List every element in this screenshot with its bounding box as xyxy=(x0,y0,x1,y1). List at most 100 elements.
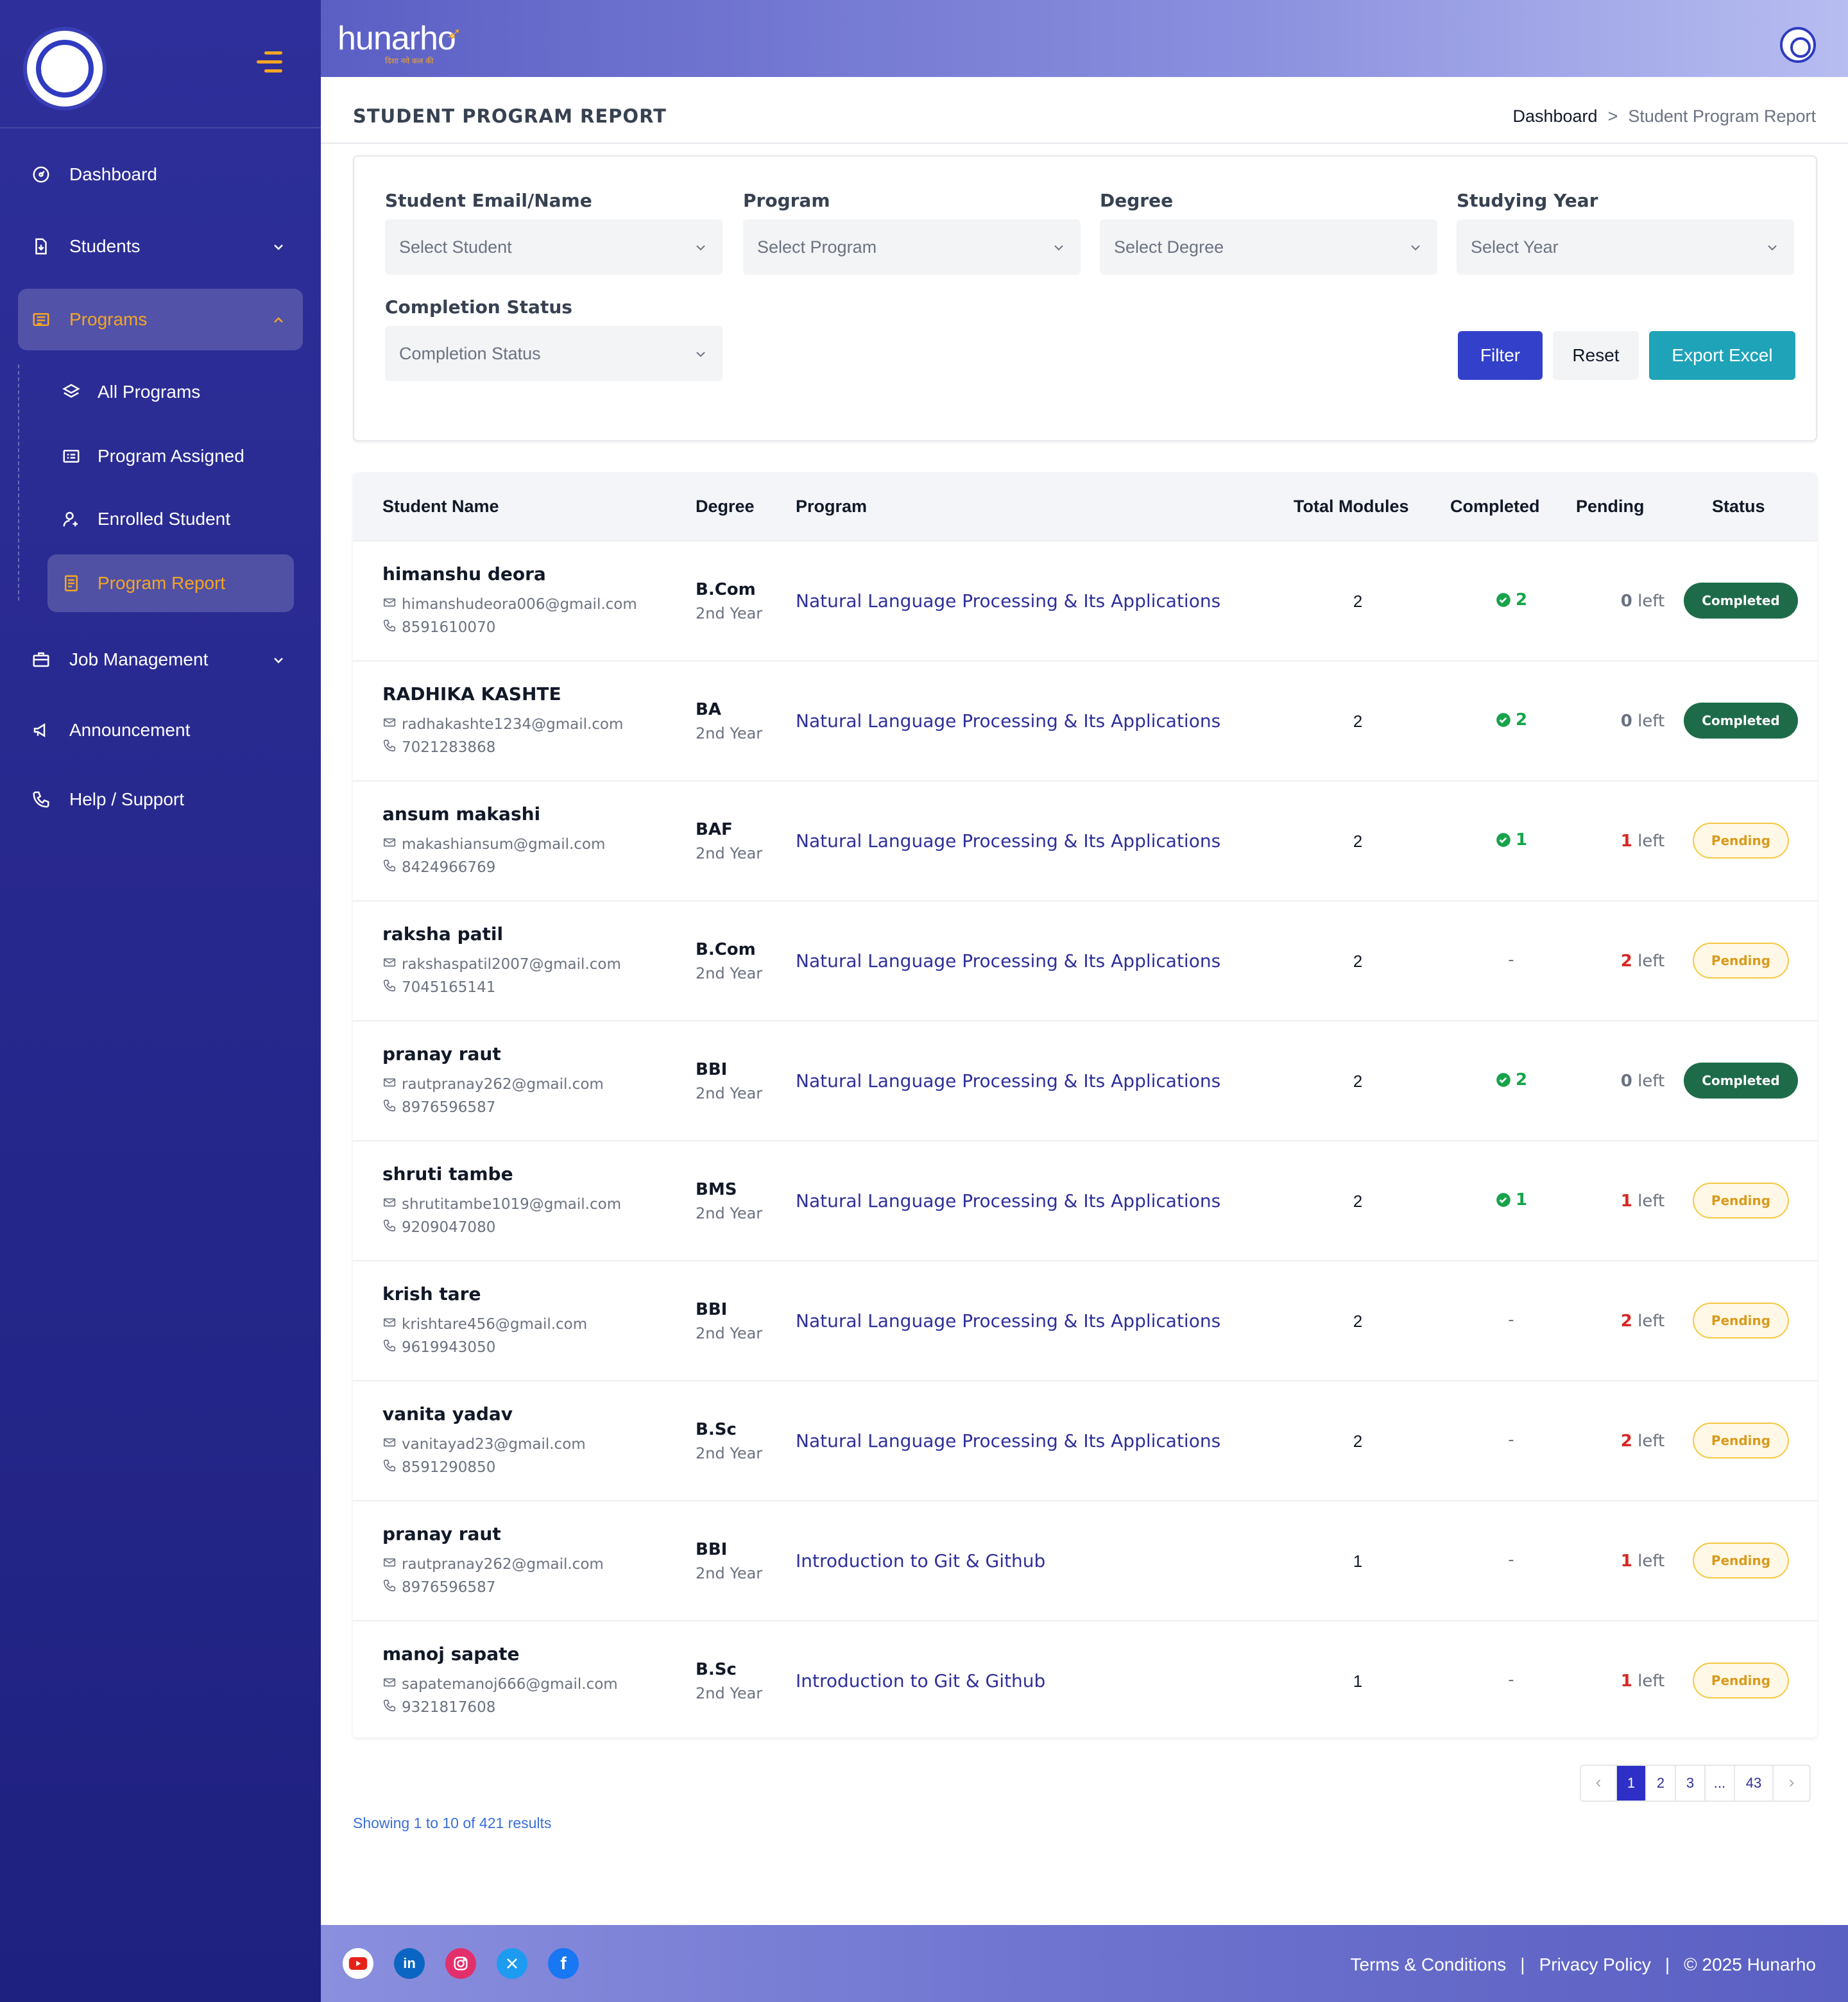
total-modules: 2 xyxy=(1353,712,1363,731)
reset-button[interactable]: Reset xyxy=(1553,331,1639,380)
program-link[interactable]: Natural Language Processing & Its Applic… xyxy=(796,830,1220,851)
mail-icon xyxy=(382,1315,397,1333)
column-header-pending[interactable]: Pending xyxy=(1576,497,1645,517)
program-link[interactable]: Natural Language Processing & Its Applic… xyxy=(796,1190,1220,1211)
instagram-icon[interactable] xyxy=(445,1948,476,1979)
degree-name: BBI xyxy=(696,1540,728,1559)
page-button[interactable]: 43 xyxy=(1735,1766,1774,1801)
column-header-program[interactable]: Program xyxy=(796,497,867,517)
brand-logo[interactable]: hunarho xyxy=(338,19,456,58)
sidebar-item-help-support[interactable]: Help / Support xyxy=(18,769,303,830)
sidebar-item-dashboard[interactable]: Dashboard xyxy=(18,144,303,205)
linkedin-icon[interactable]: in xyxy=(394,1948,425,1979)
total-modules: 2 xyxy=(1353,1432,1363,1451)
youtube-icon[interactable] xyxy=(343,1948,373,1979)
completion-select[interactable]: Completion Status xyxy=(385,326,723,381)
page-button[interactable]: 1 xyxy=(1617,1766,1647,1801)
sidebar-subitem-program-assigned[interactable]: Program Assigned xyxy=(47,427,294,485)
degree-year: 2nd Year xyxy=(696,1444,763,1462)
column-header-student-name[interactable]: Student Name xyxy=(382,497,499,517)
x-icon[interactable] xyxy=(497,1948,527,1979)
total-modules: 2 xyxy=(1353,832,1363,851)
phone-icon xyxy=(382,859,397,877)
prev-page-button[interactable] xyxy=(1581,1766,1617,1801)
table-row[interactable]: krish tare krishtare456@gmail.com 96199430… xyxy=(353,1260,1817,1380)
column-header-total-modules[interactable]: Total Modules xyxy=(1294,497,1409,517)
student-email: rautpranay262@gmail.com xyxy=(382,1555,604,1573)
sidebar-item-students[interactable]: Students xyxy=(18,216,303,277)
sidebar-item-label: Job Management xyxy=(69,649,209,669)
sidebar-item-announcement[interactable]: Announcement xyxy=(18,699,303,761)
status-badge: Completed xyxy=(1684,583,1798,619)
breadcrumb-home-link[interactable]: Dashboard xyxy=(1512,107,1597,126)
sidebar-item-job-management[interactable]: Job Management xyxy=(18,629,303,690)
column-header-status[interactable]: Status xyxy=(1712,497,1765,517)
chevron-down-icon xyxy=(271,239,286,259)
pending-count-suffix: left xyxy=(1638,592,1665,611)
table-row[interactable]: vanita yadav vanitayad23@gmail.com 8591290… xyxy=(353,1380,1817,1500)
page-button[interactable]: 3 xyxy=(1676,1766,1706,1801)
degree-name: BAF xyxy=(696,820,733,839)
table-row[interactable]: pranay raut rautpranay262@gmail.com 897659… xyxy=(353,1020,1817,1140)
student-phone: 7021283868 xyxy=(382,739,495,757)
table-row[interactable]: manoj sapate sapatemanoj666@gmail.com 9321… xyxy=(353,1620,1817,1738)
mail-icon xyxy=(382,1075,397,1093)
student-email: rakshaspatil2007@gmail.com xyxy=(382,955,621,973)
sidebar-item-label: Announcement xyxy=(69,720,191,740)
degree-name: B.Sc xyxy=(696,1660,737,1679)
table-row[interactable]: RADHIKA KASHTE radhakashte1234@gmail.com 7… xyxy=(353,660,1817,780)
table-row[interactable]: raksha patil rakshaspatil2007@gmail.com 70… xyxy=(353,900,1817,1020)
total-modules: 2 xyxy=(1353,1312,1363,1331)
institution-logo[interactable] xyxy=(23,27,107,110)
degree-year: 2nd Year xyxy=(696,724,763,742)
sidebar-subitem-all-programs[interactable]: All Programs xyxy=(47,363,294,421)
results-summary: Showing 1 to 10 of 421 results xyxy=(353,1815,552,1831)
filter-button[interactable]: Filter xyxy=(1458,331,1543,380)
avatar[interactable] xyxy=(1780,27,1816,63)
program-link[interactable]: Introduction to Git & Github xyxy=(796,1550,1045,1571)
program-link[interactable]: Introduction to Git & Github xyxy=(796,1670,1045,1691)
mail-icon xyxy=(382,955,397,973)
sidebar-item-label: Programs xyxy=(69,309,148,329)
check-circle-icon xyxy=(1495,592,1512,608)
phone-icon xyxy=(382,1459,397,1476)
privacy-link[interactable]: Privacy Policy xyxy=(1539,1955,1651,1975)
completed-count-text: - xyxy=(1508,1430,1514,1450)
program-link[interactable]: Natural Language Processing & Its Applic… xyxy=(796,710,1220,732)
program-link[interactable]: Natural Language Processing & Its Applic… xyxy=(796,1070,1220,1091)
student-name: vanita yadav xyxy=(382,1403,513,1425)
column-header-completed[interactable]: Completed xyxy=(1450,497,1540,517)
completed-count-text: 2 xyxy=(1515,1070,1528,1090)
program-link[interactable]: Natural Language Processing & Its Applic… xyxy=(796,1430,1220,1451)
year-select[interactable]: Select Year xyxy=(1457,219,1794,275)
student-phone-text: 8424966769 xyxy=(402,859,496,876)
export-excel-button[interactable]: Export Excel xyxy=(1649,331,1795,380)
terms-link[interactable]: Terms & Conditions xyxy=(1351,1955,1507,1975)
sidebar-header xyxy=(0,0,321,128)
next-page-button[interactable] xyxy=(1774,1766,1810,1801)
facebook-icon[interactable]: f xyxy=(548,1948,579,1979)
student-phone: 7045165141 xyxy=(382,979,495,997)
program-select[interactable]: Select Program xyxy=(743,219,1081,275)
program-link[interactable]: Natural Language Processing & Its Applic… xyxy=(796,590,1220,612)
completed-count-text: 1 xyxy=(1515,830,1528,850)
program-link[interactable]: Natural Language Processing & Its Applic… xyxy=(796,1310,1220,1331)
menu-toggle-icon[interactable] xyxy=(257,51,282,73)
sidebar-item-programs[interactable]: Programs xyxy=(18,289,303,350)
status-badge: Pending xyxy=(1693,1663,1789,1698)
sidebar-subitem-program-report[interactable]: Program Report xyxy=(47,554,294,612)
program-link[interactable]: Natural Language Processing & Its Applic… xyxy=(796,950,1220,971)
student-email-text: rakshaspatil2007@gmail.com xyxy=(402,956,621,973)
table-row[interactable]: shruti tambe shrutitambe1019@gmail.com 920… xyxy=(353,1140,1817,1260)
pending-count: 1 left xyxy=(1585,1192,1700,1211)
student-phone-text: 7045165141 xyxy=(402,979,496,996)
student-select[interactable]: Select Student xyxy=(385,219,723,275)
column-header-degree[interactable]: Degree xyxy=(696,497,755,517)
table-row[interactable]: ansum makashi makashiansum@gmail.com 84249… xyxy=(353,780,1817,900)
table-row[interactable]: himanshu deora himanshudeora006@gmail.com… xyxy=(353,540,1817,660)
sidebar-subitem-enrolled-student[interactable]: Enrolled Student xyxy=(47,490,294,548)
megaphone-icon xyxy=(30,719,53,742)
table-row[interactable]: pranay raut rautpranay262@gmail.com 897659… xyxy=(353,1500,1817,1620)
degree-select[interactable]: Select Degree xyxy=(1100,219,1437,275)
page-button[interactable]: 2 xyxy=(1647,1766,1676,1801)
